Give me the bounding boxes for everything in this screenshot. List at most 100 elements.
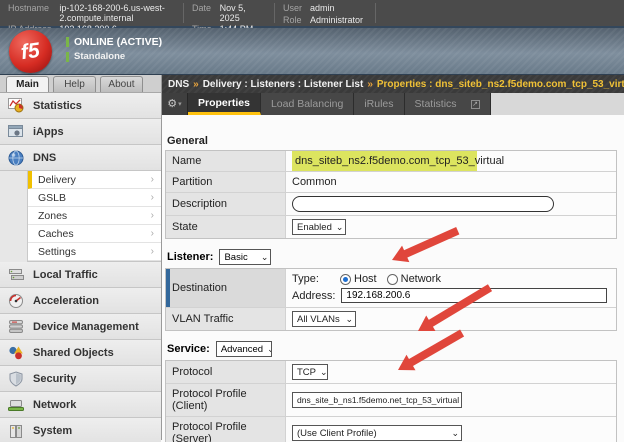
sidebar-tabs: Main Help About (0, 75, 161, 93)
shared-objects-label: Shared Objects (33, 347, 114, 359)
sidebar-item-caches[interactable]: Caches (28, 225, 161, 243)
caret-down-icon: ▾ (178, 100, 182, 108)
device-management-label: Device Management (33, 321, 139, 333)
breadcrumb-separator: » (367, 79, 373, 90)
description-label: Description (166, 193, 286, 215)
options-gear-button[interactable]: ⚙ ▾ (162, 93, 188, 115)
address-input[interactable] (341, 288, 607, 303)
host-info-group: Hostname ip-102-168-200-6.us-west-2.comp… (0, 0, 183, 26)
destination-label-cell: Destination (166, 269, 286, 307)
protocol-profile-server-select[interactable]: (Use Client Profile) (292, 425, 462, 441)
sidebar-item-system[interactable]: System (0, 418, 161, 442)
device-management-icon (8, 319, 25, 334)
sidebar-item-statistics[interactable]: Statistics (0, 93, 161, 119)
mode-green-indicator (66, 52, 69, 62)
tab-main[interactable]: Main (6, 76, 49, 92)
dns-label: DNS (33, 152, 56, 164)
sidebar-item-iapps[interactable]: iApps (0, 119, 161, 145)
type-network-label: Network (401, 273, 441, 285)
vlan-traffic-row: VLAN Traffic All VLANs (166, 308, 616, 330)
general-section-heading: General (167, 135, 624, 147)
destination-row: Destination Type: Host Network Address: (166, 269, 616, 308)
properties-form: General Name dns_siteb_ns2.f5demo.com_tc… (162, 115, 624, 440)
sidebar-item-dns[interactable]: DNS (0, 145, 161, 171)
user-value: admin (310, 3, 367, 14)
dns-globe-icon (8, 150, 25, 166)
f5-logo-text: f5 (20, 38, 42, 64)
tab-irules[interactable]: iRules (354, 93, 404, 115)
local-traffic-icon (8, 267, 25, 282)
protocol-select[interactable]: TCP (292, 364, 328, 380)
statistics-label: Statistics (33, 100, 82, 112)
status-green-indicator (66, 37, 69, 47)
listener-section-header: Listener: Basic (167, 249, 624, 265)
f5-logo[interactable]: f5 (9, 30, 52, 73)
local-traffic-label: Local Traffic (33, 269, 98, 281)
tab-load-balancing-label: Load Balancing (271, 98, 343, 110)
sidebar-item-gslb[interactable]: GSLB (28, 189, 161, 207)
hostname-value: ip-102-168-200-6.us-west-2.compute.inter… (59, 3, 175, 23)
destination-highlight-bar (166, 269, 170, 307)
tab-irules-label: iRules (364, 98, 393, 110)
sidebar-item-local-traffic[interactable]: Local Traffic (0, 262, 161, 288)
description-row: Description (166, 193, 616, 216)
tab-statistics[interactable]: Statistics ↗ (405, 93, 491, 115)
datetime-group: Date Nov 5, 2025 Time 1:44 PM (PST) (184, 0, 274, 26)
iapps-label: iApps (33, 126, 64, 138)
tab-load-balancing[interactable]: Load Balancing (261, 93, 354, 115)
tab-properties-label: Properties (198, 97, 250, 109)
name-label: Name (166, 151, 286, 171)
sidebar-item-security[interactable]: Security (0, 366, 161, 392)
device-status: ONLINE (ACTIVE) Standalone (66, 36, 162, 65)
online-status-text: ONLINE (ACTIVE) (74, 36, 162, 48)
breadcrumb-trail[interactable]: Delivery : Listeners : Listener List (203, 79, 364, 90)
protocol-label: Protocol (166, 361, 286, 383)
listener-mode-select[interactable]: Basic (219, 249, 271, 265)
general-table: Name dns_siteb_ns2.f5demo.com_tcp_53_vir… (165, 150, 617, 239)
tab-statistics-label: Statistics (415, 98, 457, 110)
system-label: System (33, 425, 72, 437)
service-table: Protocol TCP Protocol Profile (Client) d… (165, 360, 617, 442)
type-host-radio[interactable] (340, 274, 351, 285)
sidebar-item-zones[interactable]: Zones (28, 207, 161, 225)
service-mode-select[interactable]: Advanced (216, 341, 272, 357)
breadcrumb-dns[interactable]: DNS (168, 79, 189, 90)
role-value: Administrator (310, 15, 367, 26)
tab-properties[interactable]: Properties (188, 93, 261, 115)
sidebar-item-delivery[interactable]: Delivery (28, 171, 161, 189)
acceleration-label: Acceleration (33, 295, 99, 307)
vlan-traffic-select[interactable]: All VLANs (292, 311, 356, 327)
tab-about[interactable]: About (100, 76, 143, 92)
listener-heading: Listener: (167, 251, 213, 263)
address-label: Address: (292, 290, 335, 302)
popout-icon: ↗ (471, 100, 480, 109)
protocol-row: Protocol TCP (166, 361, 616, 384)
sidebar-item-settings[interactable]: Settings (28, 243, 161, 261)
sidebar-item-device-management[interactable]: Device Management (0, 314, 161, 340)
service-heading: Service: (167, 343, 210, 355)
main-content: DNS » Delivery : Listeners : Listener Li… (162, 75, 624, 440)
service-section-header: Service: Advanced (167, 341, 624, 357)
system-icon (8, 424, 25, 439)
partition-value: Common (286, 172, 616, 192)
state-label: State (166, 216, 286, 238)
gear-icon: ⚙ (167, 99, 177, 110)
destination-label: Destination (172, 282, 227, 294)
state-select[interactable]: Enabled (292, 219, 346, 235)
listener-table: Destination Type: Host Network Address: (165, 268, 617, 331)
type-label: Type: (292, 273, 334, 285)
standalone-text: Standalone (74, 51, 125, 62)
sidebar-item-shared-objects[interactable]: Shared Objects (0, 340, 161, 366)
description-input[interactable] (292, 196, 554, 212)
sidebar-item-acceleration[interactable]: Acceleration (0, 288, 161, 314)
tab-help[interactable]: Help (53, 76, 96, 92)
sidebar-item-network[interactable]: Network (0, 392, 161, 418)
type-network-radio[interactable] (387, 274, 398, 285)
network-label: Network (33, 399, 76, 411)
breadcrumb: DNS » Delivery : Listeners : Listener Li… (162, 75, 624, 93)
protocol-profile-client-row: Protocol Profile (Client) dns_site_b_ns1… (166, 384, 616, 417)
protocol-profile-client-label: Protocol Profile (Client) (166, 384, 286, 416)
security-shield-icon (8, 371, 25, 387)
protocol-profile-client-select[interactable]: dns_site_b_ns1.f5demo.net_tcp_53_virtual (292, 392, 462, 408)
user-info-group: User admin Role Administrator (275, 0, 375, 26)
